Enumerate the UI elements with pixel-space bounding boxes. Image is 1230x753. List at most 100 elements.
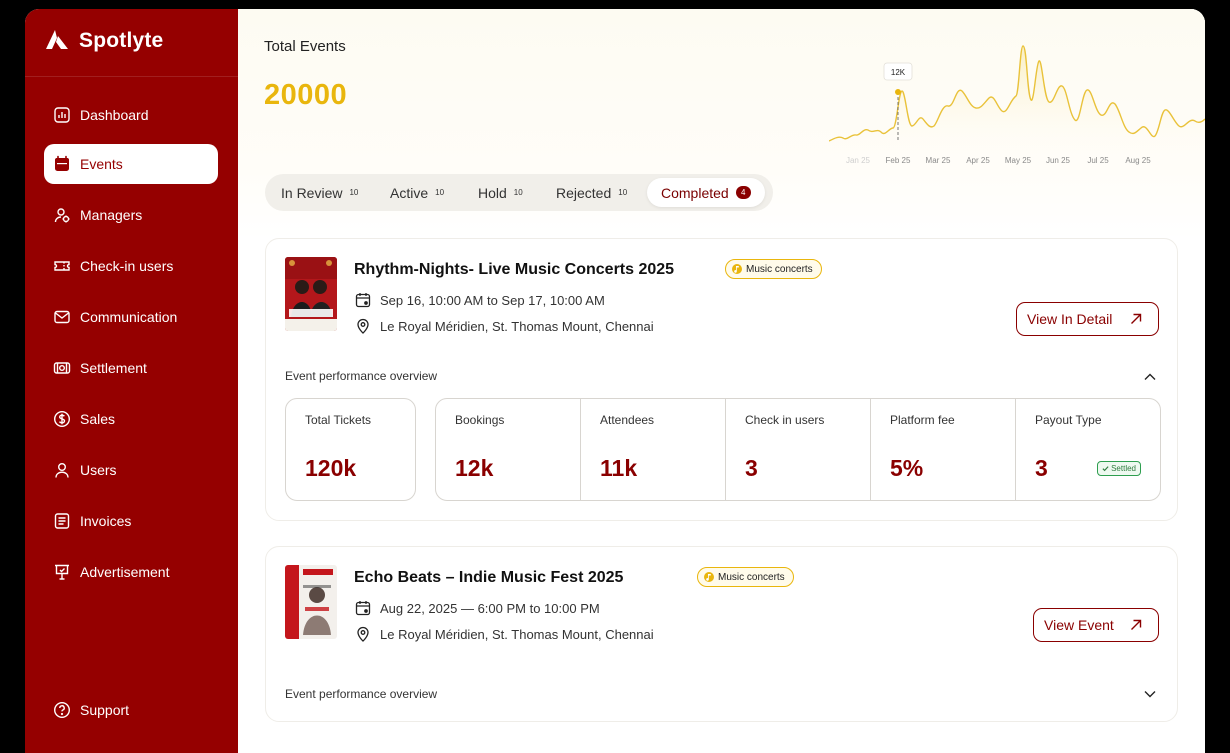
event-poster[interactable] — [285, 257, 337, 331]
sidebar-item-label: Check-in users — [80, 258, 174, 274]
brand-logo-icon — [46, 30, 68, 49]
tab-hold[interactable]: Hold 10 — [464, 178, 537, 207]
stat-label: Attendees — [600, 413, 655, 427]
chart-tick-label: Apr 25 — [966, 156, 990, 165]
view-event-button[interactable]: View Event — [1033, 608, 1159, 642]
brand[interactable]: Spotlyte — [43, 27, 163, 55]
money-icon — [53, 359, 71, 377]
total-events-label: Total Events — [264, 38, 346, 55]
tab-rejected[interactable]: Rejected 10 — [542, 178, 641, 207]
stat-attendees: Attendees 11k — [580, 399, 725, 500]
invoice-icon — [53, 512, 71, 530]
sidebar-item-sales[interactable]: Sales — [44, 399, 218, 439]
music-icon — [704, 572, 714, 582]
sidebar-item-label: Settlement — [80, 360, 147, 376]
chart-tick-label: Aug 25 — [1125, 156, 1151, 165]
chart-icon — [53, 106, 71, 124]
sidebar-item-communication[interactable]: Communication — [44, 297, 218, 337]
category-label: Music concerts — [746, 263, 813, 275]
brand-name: Spotlyte — [79, 29, 164, 52]
event-title[interactable]: Rhythm-Nights- Live Music Concerts 2025 — [354, 261, 674, 279]
mail-icon — [53, 308, 71, 326]
sidebar-item-users[interactable]: Users — [44, 450, 218, 490]
arrow-up-right-icon — [1131, 313, 1142, 324]
event-venue: Le Royal Méridien, St. Thomas Mount, Che… — [355, 626, 654, 642]
stat-label: Check in users — [745, 413, 825, 427]
main-content: Total Events 20000 12K Jan 25 Feb 25 Mar… — [238, 9, 1205, 753]
stat-value: 11k — [600, 455, 638, 481]
chart-tick-label: Mar 25 — [926, 156, 951, 165]
location-pin-icon — [357, 626, 369, 642]
tab-count: 10 — [513, 188, 523, 197]
sidebar: Spotlyte Dashboard Events Managers Check… — [25, 9, 238, 753]
stat-payout-type: Payout Type 3 Settled — [1015, 399, 1160, 500]
chart-tick-label: Jan 25 — [846, 156, 871, 165]
chart-area — [829, 46, 1205, 152]
sidebar-item-dashboard[interactable]: Dashboard — [44, 95, 218, 135]
event-datetime: Sep 16, 10:00 AM to Sep 17, 10:00 AM — [355, 292, 605, 308]
stat-label: Total Tickets — [305, 413, 372, 427]
event-title[interactable]: Echo Beats – Indie Music Fest 2025 — [354, 569, 623, 587]
app-window: Spotlyte Dashboard Events Managers Check… — [25, 9, 1205, 753]
tab-label: Rejected — [556, 184, 612, 201]
category-badge: Music concerts — [725, 259, 822, 279]
tab-active[interactable]: Active 10 — [376, 178, 458, 207]
category-label: Music concerts — [718, 571, 785, 583]
button-label: View Event — [1044, 617, 1114, 633]
sidebar-item-settlement[interactable]: Settlement — [44, 348, 218, 388]
performance-overview-label: Event performance overview — [285, 369, 438, 383]
stat-value: 5% — [890, 455, 924, 481]
stat-label: Bookings — [455, 413, 505, 427]
event-datetime-text: Aug 22, 2025 — 6:00 PM to 10:00 PM — [380, 600, 600, 616]
stat-label: Payout Type — [1035, 413, 1102, 427]
sidebar-item-invoices[interactable]: Invoices — [44, 501, 218, 541]
event-venue-text: Le Royal Méridien, St. Thomas Mount, Che… — [380, 318, 654, 334]
sidebar-item-advertisement[interactable]: Advertisement — [44, 552, 218, 592]
arrow-up-right-icon — [1131, 619, 1142, 630]
chart-tick-label: Feb 25 — [886, 156, 911, 165]
sidebar-item-label: Managers — [80, 207, 143, 223]
category-badge: Music concerts — [697, 567, 794, 587]
divider — [25, 76, 238, 77]
tab-count: 10 — [435, 188, 445, 197]
sidebar-item-label: Invoices — [80, 513, 132, 529]
user-icon — [53, 461, 71, 479]
sidebar-item-support[interactable]: Support — [44, 690, 218, 730]
tab-label: Hold — [478, 184, 507, 201]
sidebar-item-checkin-users[interactable]: Check-in users — [44, 246, 218, 286]
music-icon — [732, 264, 742, 274]
sidebar-item-label: Advertisement — [80, 564, 170, 580]
event-datetime-text: Sep 16, 10:00 AM to Sep 17, 10:00 AM — [380, 292, 605, 308]
event-poster[interactable] — [285, 565, 337, 639]
tab-count: 4 — [735, 186, 751, 199]
event-venue-text: Le Royal Méridien, St. Thomas Mount, Che… — [380, 626, 654, 642]
chevron-up-icon[interactable] — [1142, 369, 1158, 385]
stat-value: 12k — [455, 455, 494, 481]
stat-checkin-users: Check in users 3 — [725, 399, 870, 500]
chevron-down-icon[interactable] — [1142, 686, 1158, 702]
sidebar-item-managers[interactable]: Managers — [44, 195, 218, 235]
stats-group: Bookings 12k Attendees 11k Check in user… — [435, 398, 1161, 501]
chart-tick-label: Jul 25 — [1087, 156, 1109, 165]
ticket-icon — [53, 257, 71, 275]
poster-image — [285, 565, 337, 639]
help-icon — [53, 701, 71, 719]
stat-value: 120k — [305, 455, 357, 481]
location-pin-icon — [357, 318, 369, 334]
check-icon — [1102, 466, 1109, 472]
sidebar-item-label: Users — [80, 462, 117, 478]
view-in-detail-button[interactable]: View In Detail — [1016, 302, 1159, 336]
button-label: View In Detail — [1027, 311, 1113, 327]
event-datetime: Aug 22, 2025 — 6:00 PM to 10:00 PM — [355, 600, 600, 616]
event-card: Echo Beats – Indie Music Fest 2025 Music… — [265, 546, 1178, 722]
stat-value: 3 — [1035, 455, 1048, 481]
calendar-icon — [355, 293, 371, 308]
sidebar-item-events[interactable]: Events — [44, 144, 218, 184]
billboard-icon — [53, 563, 71, 581]
tab-completed[interactable]: Completed 4 — [647, 178, 765, 207]
stat-bookings: Bookings 12k — [436, 399, 580, 500]
stat-label: Platform fee — [890, 413, 955, 427]
dollar-icon — [53, 410, 71, 428]
sidebar-item-label: Support — [80, 702, 130, 718]
tab-in-review[interactable]: In Review 10 — [267, 178, 372, 207]
